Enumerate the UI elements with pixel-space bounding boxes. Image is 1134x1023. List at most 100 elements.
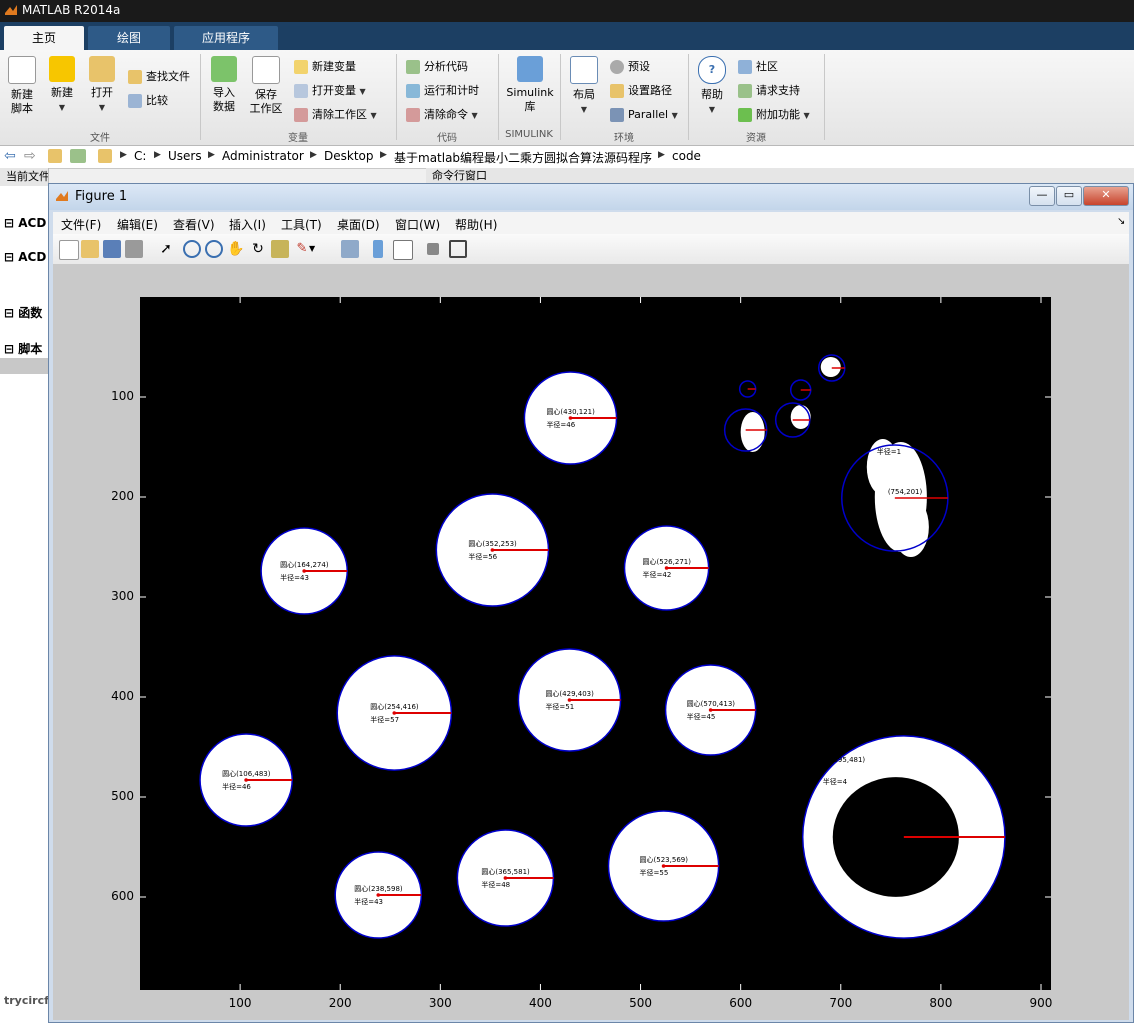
new-figure-icon[interactable] [59, 240, 79, 260]
show-plot-tools-icon[interactable] [449, 240, 467, 258]
folder-item-functions[interactable]: ⊟ 函数 [4, 304, 42, 321]
pan-hand-icon[interactable]: ✋ [227, 240, 245, 258]
menu-tools[interactable]: 工具(T) [281, 216, 322, 233]
import-data-button[interactable]: 导入 数据 [204, 56, 244, 114]
preferences-button[interactable]: 预设 [610, 58, 650, 76]
legend-icon[interactable] [393, 240, 413, 260]
figure-title-bar: Figure 1 — ▭ ✕ [49, 184, 1133, 210]
compare-button[interactable]: 比较 [128, 92, 168, 110]
rotate-3d-icon[interactable]: ↻ [249, 240, 267, 258]
tab-apps[interactable]: 应用程序 [174, 26, 278, 50]
x-tick-label: 800 [929, 996, 953, 1010]
figure-title: Figure 1 [75, 189, 128, 204]
dock-arrow-icon[interactable]: ↘ [1117, 216, 1125, 227]
menu-edit[interactable]: 编辑(E) [117, 216, 158, 233]
x-tick-label: 300 [428, 996, 452, 1010]
chevron-down-icon[interactable]: ▼ [309, 240, 327, 258]
minimize-button[interactable]: — [1029, 186, 1055, 206]
simulink-library-button[interactable]: Simulink 库 [506, 56, 554, 114]
x-tick-label: 500 [629, 996, 652, 1010]
breadcrumb-code[interactable]: code [672, 149, 701, 163]
add-ons-button[interactable]: 附加功能 ▼ [738, 106, 810, 124]
save-icon[interactable] [103, 240, 121, 258]
folder-item-scripts[interactable]: ⊟ 脚本 [4, 340, 42, 357]
hide-plot-tools-icon[interactable] [427, 243, 439, 255]
tab-plots[interactable]: 绘图 [88, 26, 170, 50]
save-workspace-icon [252, 56, 280, 84]
pointer-icon[interactable]: ➚ [157, 240, 175, 258]
zoom-in-icon[interactable] [183, 240, 201, 258]
request-support-button[interactable]: 请求支持 [738, 82, 800, 100]
print-icon[interactable] [125, 240, 143, 258]
parallel-button[interactable]: Parallel ▼ [610, 106, 678, 124]
current-folder-header: 当前文件夹 [0, 168, 48, 186]
ribbon-toolstrip: 新建 脚本 新建 ▼ 打开 ▼ 查找文件 比较 文件 导入 数据 保存 工作区 新建… [0, 50, 1134, 146]
selected-file-row[interactable] [0, 358, 48, 374]
back-arrow-icon[interactable]: ⇦ [4, 148, 16, 164]
matlab-logo-icon [56, 191, 68, 201]
chevron-right-icon: ▶ [658, 150, 665, 160]
figure-toolbar: ➚ ✋ ↻ ✎ ▼ [53, 234, 1129, 265]
set-path-icon [610, 84, 624, 98]
colorbar-icon[interactable] [373, 240, 383, 258]
folder-item-acd[interactable]: ⊟ ACD [4, 250, 46, 264]
open-variable-button[interactable]: 打开变量 ▼ [294, 82, 366, 100]
help-button[interactable]: ? 帮助 ▼ [692, 56, 732, 117]
run-and-time-button[interactable]: 运行和计时 [406, 82, 479, 100]
link-plot-icon[interactable] [341, 240, 359, 258]
figure-window: Figure 1 — ▭ ✕ 文件(F) 编辑(E) 查看(V) 插入(I) 工… [48, 183, 1134, 1023]
menu-window[interactable]: 窗口(W) [395, 216, 440, 233]
find-files-button[interactable]: 查找文件 [128, 68, 190, 86]
chevron-right-icon: ▶ [380, 150, 387, 160]
set-path-button[interactable]: 设置路径 [610, 82, 672, 100]
data-cursor-icon[interactable] [271, 240, 289, 258]
community-icon [738, 60, 752, 74]
open-file-icon[interactable] [81, 240, 99, 258]
breadcrumb-administrator[interactable]: Administrator [222, 149, 304, 163]
analyze-code-button[interactable]: 分析代码 [406, 58, 468, 76]
y-tick-label: 400 [111, 689, 134, 703]
zoom-out-icon[interactable] [205, 240, 223, 258]
group-separator [560, 54, 561, 140]
matlab-logo-icon [5, 5, 17, 15]
new-button[interactable]: 新建 ▼ [42, 56, 82, 115]
breadcrumb-project[interactable]: 基于matlab编程最小二乘方圆拟合算法源码程序 [394, 149, 652, 166]
compare-icon [128, 94, 142, 108]
tab-home[interactable]: 主页 [4, 26, 84, 50]
folder-item-acd[interactable]: ⊟ ACD [4, 216, 46, 230]
breadcrumb-c[interactable]: C: [134, 149, 146, 163]
ribbon-tab-bar: 主页 绘图 应用程序 [0, 22, 1134, 50]
axis-ticks: 100 200 300 400 500 600 700 800 900 100 200 300 400 5… [53, 265, 1129, 1020]
import-icon [211, 56, 237, 82]
menu-help[interactable]: 帮助(H) [455, 216, 497, 233]
layout-button[interactable]: 布局 ▼ [564, 56, 604, 117]
menu-view[interactable]: 查看(V) [173, 216, 215, 233]
group-separator [200, 54, 201, 140]
close-button[interactable]: ✕ [1083, 186, 1129, 206]
maximize-button[interactable]: ▭ [1056, 186, 1082, 206]
save-workspace-button[interactable]: 保存 工作区 [246, 56, 286, 116]
group-label-variable: 变量 [288, 133, 308, 144]
figure-canvas: 圆心(430,121) 半径=46 圆心(164,274) 半径=43 圆心(352,2… [53, 265, 1129, 1020]
layout-icon [570, 56, 598, 84]
group-label-simulink: SIMULINK [505, 129, 553, 140]
menu-file[interactable]: 文件(F) [61, 216, 101, 233]
forward-arrow-icon[interactable]: ⇨ [24, 148, 36, 164]
new-variable-button[interactable]: 新建变量 [294, 58, 356, 76]
menu-desktop[interactable]: 桌面(D) [337, 216, 380, 233]
up-folder-icon[interactable] [48, 149, 62, 163]
new-script-button[interactable]: 新建 脚本 [2, 56, 42, 116]
clear-workspace-button[interactable]: 清除工作区 ▼ [294, 106, 377, 124]
open-button[interactable]: 打开 ▼ [82, 56, 122, 115]
app-title-bar: MATLAB R2014a [0, 0, 1134, 22]
y-tick-label: 600 [111, 889, 134, 903]
browse-folder-icon[interactable] [70, 149, 86, 163]
community-button[interactable]: 社区 [738, 58, 778, 76]
y-tick-label: 200 [111, 489, 134, 503]
breadcrumb-users[interactable]: Users [168, 149, 202, 163]
x-tick-label: 200 [328, 996, 352, 1010]
details-file-name: trycircfi [4, 994, 53, 1007]
clear-commands-button[interactable]: 清除命令 ▼ [406, 106, 478, 124]
breadcrumb-desktop[interactable]: Desktop [324, 149, 374, 163]
menu-insert[interactable]: 插入(I) [229, 216, 266, 233]
